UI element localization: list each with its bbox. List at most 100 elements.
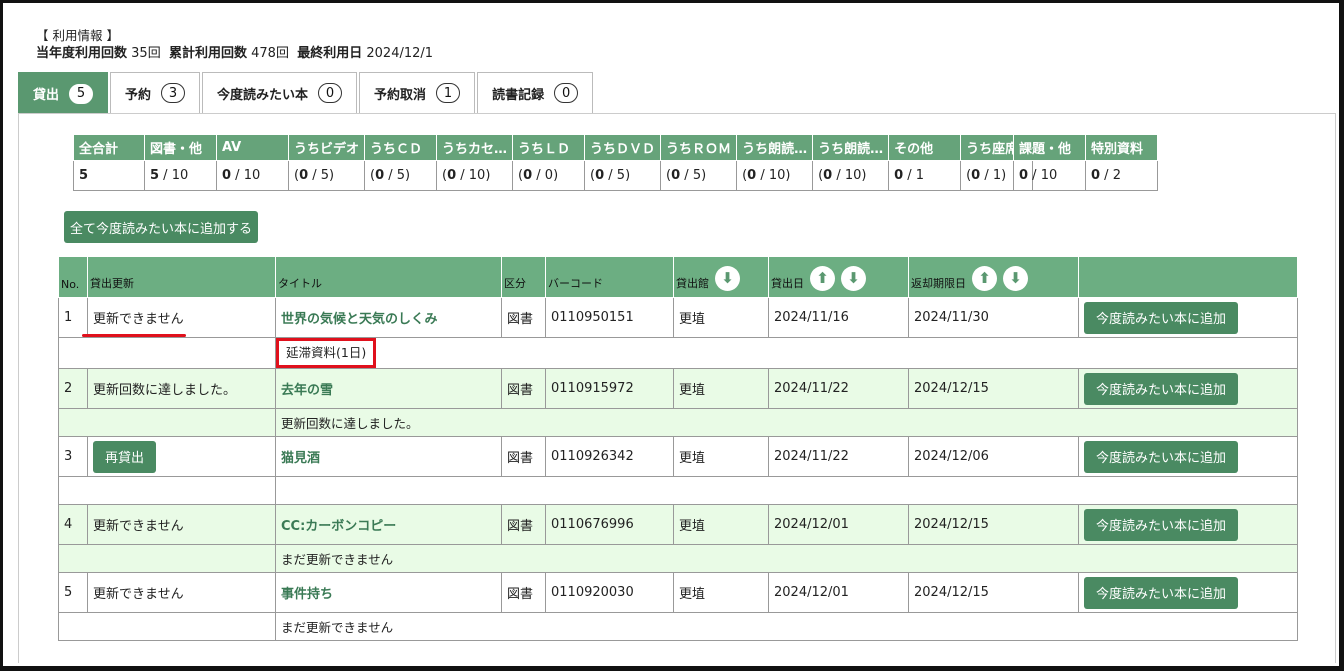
summary-cell-limit: / 10) [756, 168, 791, 183]
loan-due-date: 2024/12/15 [908, 368, 1079, 409]
loan-renew-cell: 更新できません [87, 297, 276, 338]
summary-col-header: うちＤＶＤ [584, 134, 662, 161]
col-type-label: 区分 [504, 277, 526, 290]
col-due-date-label: 返却期限日 [911, 277, 966, 290]
tab-count-badge: 3 [161, 83, 186, 103]
summary-cell-limit: / 10) [456, 168, 491, 183]
summary-cell-limit: / 10) [832, 168, 867, 183]
summary-cell-count: 0 [1091, 168, 1101, 183]
summary-cell-count: 0 [894, 168, 904, 183]
sort-down-icon[interactable]: ⬇ [841, 266, 866, 291]
col-due-date: 返却期限日 ⬆ ⬇ [908, 256, 1079, 298]
loan-library: 更埴 [673, 504, 769, 545]
loan-renew-cell: 更新できません [87, 572, 276, 613]
loan-barcode: 0110926342 [545, 436, 674, 477]
sort-up-icon[interactable]: ⬆ [972, 266, 997, 291]
sort-down-icon[interactable]: ⬇ [715, 266, 740, 291]
loan-library: 更埴 [673, 572, 769, 613]
add-to-want-list-button[interactable]: 今度読みたい本に追加 [1084, 508, 1239, 541]
summary-cell-limit: / 5) [680, 168, 707, 183]
summary-cell: (0 / 5) [364, 160, 438, 191]
loan-due-date: 2024/12/15 [908, 504, 1079, 545]
add-to-want-list-button[interactable]: 今度読みたい本に追加 [1084, 440, 1239, 473]
loan-type: 図書 [501, 572, 546, 613]
loan-title-link[interactable]: 去年の雪 [275, 368, 502, 409]
loan-title-link[interactable]: 猫見酒 [275, 436, 502, 477]
summary-cell-count: 0 [523, 168, 533, 183]
loan-note-spacer [58, 408, 276, 437]
add-to-want-list-button[interactable]: 今度読みたい本に追加 [1084, 372, 1239, 405]
add-all-to-want-list-button[interactable]: 全て今度読みたい本に追加する [64, 211, 258, 243]
renew-button[interactable]: 再貸出 [93, 440, 157, 473]
tab-loans[interactable]: 貸出 5 [18, 72, 109, 114]
sort-down-icon[interactable]: ⬇ [1003, 266, 1028, 291]
col-no: No. [58, 256, 88, 298]
summary-col-header: うちＣＤ [364, 134, 438, 161]
add-to-want-list-button[interactable]: 今度読みたい本に追加 [1084, 576, 1239, 609]
tab-want-to-read[interactable]: 今度読みたい本 0 [202, 72, 358, 113]
summary-cell-count: 0 [447, 168, 457, 183]
col-type: 区分 [501, 256, 546, 298]
usage-heading: 【 利用情報 】 [36, 28, 119, 43]
summary-cell: (0 / 10) [436, 160, 514, 191]
loan-title-link[interactable]: 事件持ち [275, 572, 502, 613]
loan-note-cell: 更新回数に達しました。 [275, 408, 1298, 437]
tab-label: 今度読みたい本 [217, 87, 309, 103]
summary-header-row: 課題・他 特別資料 [1013, 134, 1158, 161]
col-actions [1078, 256, 1298, 298]
tab-label: 貸出 [33, 88, 60, 103]
tab-reading-record[interactable]: 読書記録 0 [477, 72, 594, 113]
tab-count-badge: 5 [69, 83, 94, 104]
loan-date: 2024/12/01 [768, 572, 909, 613]
summary-header-row: 全合計 図書・他 AV うちビデオ うちＣＤ うちカセ… うちＬＤ うちＤＶＤ うちＲＯＭ うち朗… [73, 134, 1034, 161]
col-loan-date-label: 貸出日 [771, 277, 804, 290]
summary-cell-limit: / 2 [1100, 168, 1121, 183]
summary-cell: 5 [73, 160, 145, 191]
col-barcode: バーコード [545, 256, 674, 298]
loan-date: 2024/12/01 [768, 504, 909, 545]
summary-cell-count: 0 [375, 168, 385, 183]
loan-note-cell: まだ更新できません [275, 612, 1298, 641]
summary-cell-count: 0 [1019, 168, 1029, 183]
renew-status: 更新できません [93, 519, 184, 534]
add-to-want-list-button[interactable]: 今度読みたい本に追加 [1084, 301, 1239, 334]
summary-cell-limit: / 0) [532, 168, 559, 183]
usage-stats: 当年度利用回数 35回 累計利用回数 478回 最終利用日 2024/12/1 [36, 45, 433, 63]
summary-col-header: うちビデオ [287, 134, 366, 161]
summary-cell-limit: / 1 [903, 168, 925, 183]
year-count-label: 当年度利用回数 [36, 46, 128, 61]
loan-date: 2024/11/22 [768, 368, 909, 409]
tab-bar: 貸出 5 予約 3 今度読みたい本 0 予約取消 1 読書記録 0 [18, 72, 594, 114]
summary-col-header: うち朗読… [812, 134, 890, 161]
summary-value-row: 55 / 10 0 / 10 (0 / 5) (0 / 5) (0 / 10) (0 / … [73, 160, 1034, 191]
tab-reservations[interactable]: 予約 3 [110, 72, 201, 113]
loan-note-spacer [58, 612, 276, 641]
summary-cell-limit: / 5) [308, 168, 335, 183]
loan-title-link[interactable]: 世界の気候と天気のしくみ [275, 297, 502, 338]
usage-info: 【 利用情報 】 当年度利用回数 35回 累計利用回数 478回 最終利用日 2… [36, 27, 433, 63]
summary-cell-limit: / 10 [159, 168, 189, 183]
sort-up-icon[interactable]: ⬆ [810, 266, 835, 291]
loan-library: 更埴 [673, 368, 769, 409]
loan-type: 図書 [501, 436, 546, 477]
summary-cell: (0 / 5) [584, 160, 662, 191]
tab-cancelled-reservations[interactable]: 予約取消 1 [359, 72, 476, 113]
loan-due-date: 2024/11/30 [908, 297, 1079, 338]
col-title: タイトル [275, 256, 502, 298]
summary-cell-count: 0 [299, 168, 309, 183]
tab-count-badge: 0 [554, 83, 579, 103]
col-library: 貸出館 ⬇ [673, 256, 769, 298]
summary-cell-count: 0 [747, 168, 757, 183]
loans-table: No. 貸出更新 タイトル 区分 バーコード 貸出館 ⬇ 貸出日 ⬆ ⬇ 返却期限日 ⬆… [58, 256, 1298, 641]
summary-col-header: AV [216, 134, 289, 161]
loan-title-link[interactable]: CC:カーボンコピー [275, 504, 502, 545]
summary-col-header: 図書・他 [144, 134, 217, 161]
summary-col-header: 特別資料 [1085, 134, 1158, 161]
col-loan-date: 貸出日 ⬆ ⬇ [768, 256, 909, 298]
loan-type: 図書 [501, 297, 546, 338]
loan-action-cell: 今度読みたい本に追加 [1078, 572, 1298, 613]
loan-note-row: 更新回数に達しました。 [58, 408, 1298, 437]
loan-type: 図書 [501, 504, 546, 545]
summary-cell-count: 5 [79, 168, 89, 183]
loan-action-cell: 今度読みたい本に追加 [1078, 297, 1298, 338]
